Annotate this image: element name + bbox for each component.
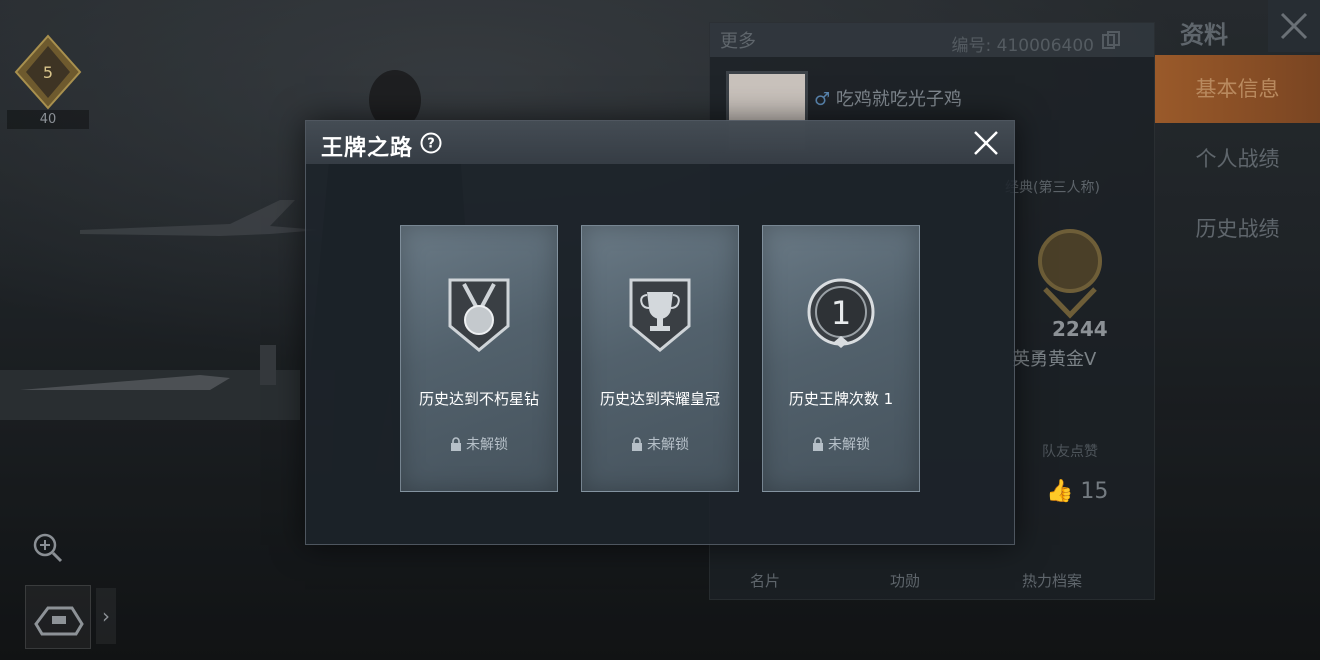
profile-panel-header: 更多 编号: 410006400 — [710, 23, 1154, 57]
lock-status: 未解锁 — [401, 434, 557, 454]
trophy-icon — [629, 278, 691, 352]
likes-count: 👍 15 — [1046, 479, 1109, 504]
dialog-close-icon[interactable] — [972, 129, 1000, 157]
number-one-badge-icon: 1 — [807, 278, 875, 348]
achievement-name: 历史王牌次数 1 — [788, 390, 894, 408]
tab-heat-profile[interactable]: 热力档案 — [1022, 570, 1082, 591]
side-menu: 基本信息 个人战绩 历史战绩 — [1155, 55, 1320, 315]
lock-icon — [813, 437, 823, 451]
lock-status: 未解锁 — [763, 434, 919, 454]
svg-text:?: ? — [427, 137, 435, 152]
profile-footer-tabs: 名片 功勋 热力档案 — [710, 563, 1154, 599]
achievement-name: 历史达到不朽星钻 — [418, 390, 539, 408]
tab-name-card[interactable]: 名片 — [750, 570, 780, 591]
rank-score: 2244 — [1052, 317, 1108, 341]
more-button[interactable]: 更多 — [720, 27, 756, 53]
achievement-name: 历史达到荣耀皇冠 — [599, 390, 720, 408]
dialog-header: 王牌之路 ? — [306, 121, 1014, 164]
achievement-card-star-diamond[interactable]: 历史达到不朽星钻 未解锁 — [400, 225, 558, 492]
help-icon[interactable]: ? — [420, 132, 442, 154]
side-panel-title: 资料 — [1180, 21, 1228, 49]
dialog-title: 王牌之路 — [321, 136, 414, 161]
player-level: 40 — [7, 110, 89, 129]
ace-road-dialog: 王牌之路 ? 历史达到不朽星钻 未解锁 历史达到荣耀皇冠 未解锁 1 历史王牌次… — [305, 120, 1015, 545]
player-name-row: ♂ 吃鸡就吃光子鸡 — [814, 85, 962, 111]
gender-icon: ♂ — [814, 89, 831, 110]
side-item-history-record[interactable]: 历史战绩 — [1155, 195, 1320, 263]
lock-icon — [632, 437, 642, 451]
player-name: 吃鸡就吃光子鸡 — [835, 89, 962, 110]
tier-emblem-icon — [1038, 229, 1102, 319]
likes-label: 队友点赞 — [1042, 444, 1098, 460]
vehicle-icon — [34, 606, 84, 636]
svg-text:1: 1 — [831, 294, 851, 332]
rank-badge-icon: 5 — [14, 34, 82, 110]
achievement-card-ace-count[interactable]: 1 历史王牌次数 1 未解锁 — [762, 225, 920, 492]
achievement-card-glory-crown[interactable]: 历史达到荣耀皇冠 未解锁 — [581, 225, 739, 492]
rank-badge-number: 5 — [43, 63, 53, 82]
expand-arrow-icon[interactable]: › — [96, 588, 116, 644]
zoom-in-icon[interactable] — [33, 533, 63, 563]
side-item-basic-info[interactable]: 基本信息 — [1155, 55, 1320, 123]
lock-icon — [451, 437, 461, 451]
tier-name: 英勇黄金Ⅴ — [1012, 349, 1097, 370]
vehicle-skin-button[interactable] — [25, 585, 91, 649]
panel-close-button[interactable] — [1268, 0, 1320, 52]
player-id: 编号: 410006400 — [951, 36, 1094, 56]
medal-icon — [448, 278, 510, 352]
side-item-personal-record[interactable]: 个人战绩 — [1155, 125, 1320, 193]
tab-merits[interactable]: 功勋 — [890, 570, 920, 591]
thumbs-up-icon: 👍 — [1046, 479, 1074, 504]
close-icon — [1280, 12, 1308, 40]
copy-icon[interactable] — [1102, 31, 1120, 49]
mode-selector[interactable]: 经典(第三人称) — [1005, 177, 1100, 197]
lock-status: 未解锁 — [582, 434, 738, 454]
